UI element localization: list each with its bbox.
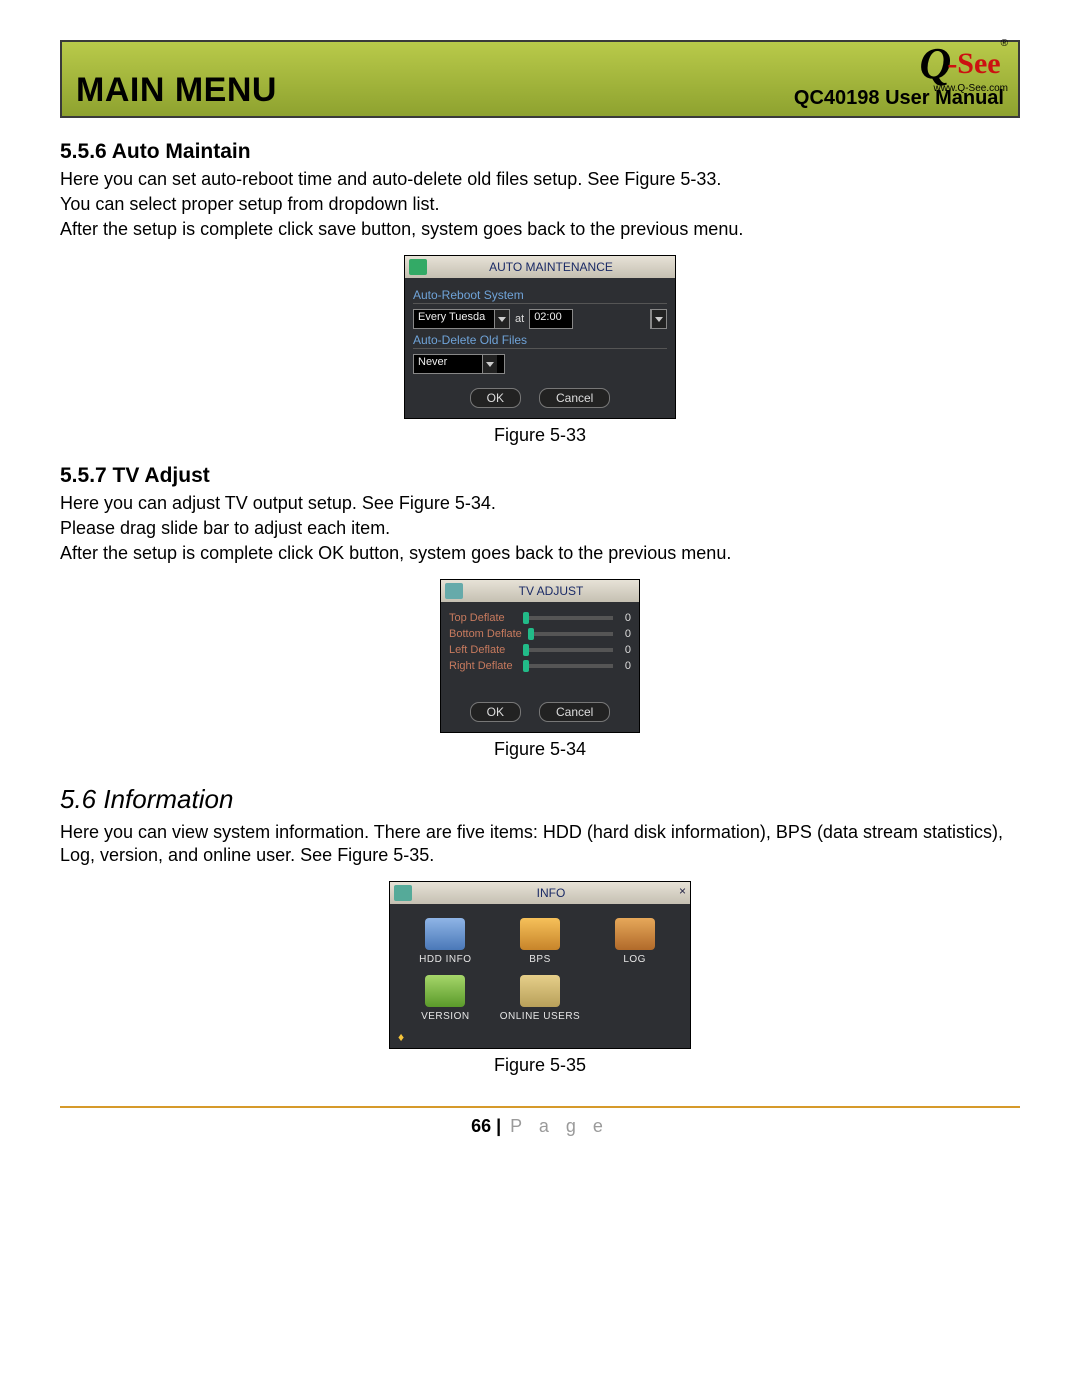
tv-value: 0	[619, 612, 631, 624]
caption-534: Figure 5-34	[60, 739, 1020, 760]
combo-day[interactable]: Every Tuesda	[413, 309, 510, 329]
info-icon	[394, 885, 412, 901]
tv-label: Left Deflate	[449, 644, 517, 656]
tv-label: Bottom Deflate	[449, 628, 522, 640]
combo-time-value: 02:00	[530, 310, 572, 328]
text-556-1: Here you can set auto-reboot time and au…	[60, 168, 1020, 191]
tv-row: Right Deflate 0	[449, 660, 631, 672]
tv-value: 0	[619, 628, 631, 640]
info-label: LOG	[589, 954, 680, 965]
dialog-auto-maintenance: AUTO MAINTENANCE Auto-Reboot System Ever…	[404, 255, 676, 419]
tv-label: Top Deflate	[449, 612, 517, 624]
dialog-title: INFO	[416, 886, 686, 900]
combo-delete[interactable]: Never	[413, 354, 505, 374]
slider-left-deflate[interactable]	[523, 648, 613, 652]
bulb-icon: ♦	[398, 1030, 404, 1044]
dialog-titlebar: INFO ×	[390, 882, 690, 904]
text-557-3: After the setup is complete click OK but…	[60, 542, 1020, 565]
logo-see-text: -See	[947, 47, 1000, 81]
page-num: 66	[471, 1116, 491, 1136]
combo-day-value: Every Tuesda	[414, 310, 494, 328]
info-item-version[interactable]: VERSION	[400, 975, 491, 1022]
page-header: MAIN MENU Q-See® www.Q-See.com QC40198 U…	[60, 40, 1020, 118]
hdd-icon	[425, 918, 465, 950]
text-557-1: Here you can adjust TV output setup. See…	[60, 492, 1020, 515]
info-item-hdd[interactable]: HDD INFO	[400, 918, 491, 965]
log-icon	[615, 918, 655, 950]
dialog-tv-adjust: TV ADJUST Top Deflate 0 Bottom Deflate 0…	[440, 579, 640, 733]
tv-row: Bottom Deflate 0	[449, 628, 631, 640]
chevron-down-icon[interactable]	[651, 310, 666, 328]
ok-button[interactable]: OK	[470, 702, 521, 722]
info-label: ONLINE USERS	[495, 1011, 586, 1022]
dialog-title: AUTO MAINTENANCE	[431, 260, 671, 274]
info-label: BPS	[495, 954, 586, 965]
text-556-2: You can select proper setup from dropdow…	[60, 193, 1020, 216]
info-item-online-users[interactable]: ONLINE USERS	[495, 975, 586, 1022]
info-label: HDD INFO	[400, 954, 491, 965]
text-557-2: Please drag slide bar to adjust each ite…	[60, 517, 1020, 540]
online-users-icon	[520, 975, 560, 1007]
combo-delete-value: Never	[414, 355, 482, 373]
main-menu-title: MAIN MENU	[76, 71, 277, 110]
tv-value: 0	[619, 644, 631, 656]
tv-label: Right Deflate	[449, 660, 517, 672]
text-56-1: Here you can view system information. Th…	[60, 821, 1020, 867]
slider-right-deflate[interactable]	[523, 664, 613, 668]
version-icon	[425, 975, 465, 1007]
chevron-down-icon[interactable]	[482, 355, 497, 373]
ok-button[interactable]: OK	[470, 388, 521, 408]
page-number: 66 | P a g e	[60, 1116, 1020, 1137]
tv-row: Left Deflate 0	[449, 644, 631, 656]
dialog-info: INFO × HDD INFO BPS LOG VERSION ONLI	[389, 881, 691, 1049]
cancel-button[interactable]: Cancel	[539, 702, 610, 722]
info-label: VERSION	[400, 1011, 491, 1022]
close-icon[interactable]: ×	[679, 884, 686, 898]
combo-time-arrow[interactable]	[650, 309, 667, 329]
text-556-3: After the setup is complete click save b…	[60, 218, 1020, 241]
label-at: at	[515, 313, 524, 325]
qsee-logo: Q-See® www.Q-See.com	[920, 38, 1008, 94]
label-auto-reboot: Auto-Reboot System	[413, 288, 667, 304]
heading-557: 5.5.7 TV Adjust	[60, 464, 1020, 488]
slider-top-deflate[interactable]	[523, 616, 613, 620]
caption-535: Figure 5-35	[60, 1055, 1020, 1076]
chevron-down-icon[interactable]	[494, 310, 509, 328]
footer-rule	[60, 1106, 1020, 1108]
cancel-button[interactable]: Cancel	[539, 388, 610, 408]
bps-icon	[520, 918, 560, 950]
dialog-titlebar: AUTO MAINTENANCE	[405, 256, 675, 278]
page-word: P a g e	[510, 1116, 609, 1136]
tv-value: 0	[619, 660, 631, 672]
caption-533: Figure 5-33	[60, 425, 1020, 446]
info-empty	[589, 975, 680, 1022]
label-auto-delete: Auto-Delete Old Files	[413, 333, 667, 349]
slider-bottom-deflate[interactable]	[528, 632, 613, 636]
tv-row: Top Deflate 0	[449, 612, 631, 624]
combo-time[interactable]: 02:00	[529, 309, 573, 329]
dialog-titlebar: TV ADJUST	[441, 580, 639, 602]
maintenance-icon	[409, 259, 427, 275]
dialog-title: TV ADJUST	[467, 584, 635, 598]
info-item-bps[interactable]: BPS	[495, 918, 586, 965]
heading-556: 5.5.6 Auto Maintain	[60, 140, 1020, 164]
heading-56: 5.6 Information	[60, 784, 1020, 815]
tv-icon	[445, 583, 463, 599]
info-item-log[interactable]: LOG	[589, 918, 680, 965]
